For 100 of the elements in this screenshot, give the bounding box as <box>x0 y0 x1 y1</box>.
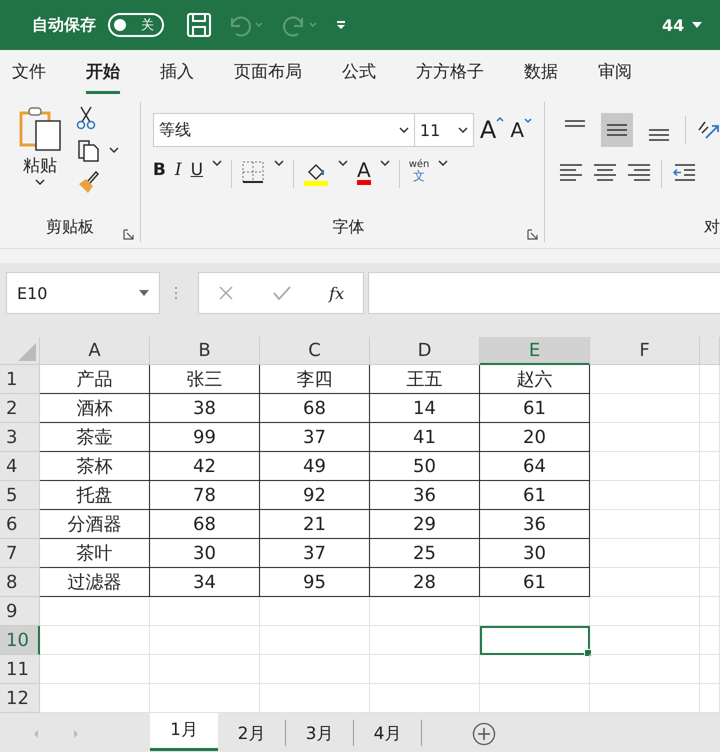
active-cell[interactable] <box>480 626 590 655</box>
row-header[interactable]: 10 <box>0 626 40 655</box>
align-lines-icon <box>564 119 586 129</box>
column-header[interactable]: B <box>150 337 260 365</box>
table-cell: 68 <box>260 394 370 423</box>
table-cell: 61 <box>480 568 590 597</box>
sheet-tab[interactable]: 2月 <box>218 720 286 746</box>
row-header[interactable]: 11 <box>0 655 40 684</box>
clipboard-icon <box>18 106 62 152</box>
ribbon-tab[interactable]: 方方格子 <box>416 52 484 94</box>
row-header[interactable]: 12 <box>0 684 40 713</box>
group-label: 字体 <box>332 216 364 238</box>
table-cell: 37 <box>260 423 370 452</box>
caret-icon[interactable] <box>692 22 702 28</box>
ribbon-tab[interactable]: 插入 <box>160 52 194 94</box>
table-cell: 34 <box>150 568 260 597</box>
ribbon-tab[interactable]: 数据 <box>524 52 558 94</box>
table-cell: 28 <box>370 568 480 597</box>
row-header[interactable]: 8 <box>0 568 40 597</box>
column-header[interactable]: E <box>480 337 590 365</box>
column-header[interactable]: F <box>590 337 700 365</box>
table-cell: 赵六 <box>480 365 590 394</box>
ribbon-tab[interactable]: 文件 <box>12 52 46 94</box>
table-cell: 68 <box>150 510 260 539</box>
group-label: 剪贴板 <box>46 216 94 238</box>
row-header[interactable]: 5 <box>0 481 40 510</box>
caret-icon[interactable] <box>438 160 448 166</box>
font-size-field[interactable]: 11 <box>414 113 474 147</box>
table-cell: 61 <box>480 481 590 510</box>
font-name-field[interactable]: 等线 <box>152 113 415 147</box>
table-cell: 茶壶 <box>40 423 150 452</box>
table-cell: 21 <box>260 510 370 539</box>
dialog-launcher-icon[interactable] <box>122 229 134 240</box>
table-cell: 36 <box>480 510 590 539</box>
table-cell: 49 <box>260 452 370 481</box>
row-header[interactable]: 9 <box>0 597 40 626</box>
table-cell: 张三 <box>150 365 260 394</box>
dialog-launcher-icon[interactable] <box>527 229 538 240</box>
row-header[interactable]: 2 <box>0 394 40 423</box>
shrink-font-button[interactable]: A <box>510 118 532 142</box>
add-sheet-icon[interactable] <box>472 722 496 746</box>
italic-button[interactable]: I <box>174 160 182 180</box>
formula-input[interactable] <box>368 272 720 314</box>
caret-icon[interactable] <box>274 160 284 166</box>
table-cell: 99 <box>150 423 260 452</box>
row-header[interactable]: 4 <box>0 452 40 481</box>
table-cell: 78 <box>150 481 260 510</box>
caret-icon <box>139 290 149 296</box>
caret-icon[interactable] <box>380 160 390 166</box>
table-cell: 20 <box>480 423 590 452</box>
table-cell: 14 <box>370 394 480 423</box>
sheet-tab[interactable]: 1月 <box>150 711 218 751</box>
table-cell: 64 <box>480 452 590 481</box>
document-title[interactable]: 44 <box>662 16 684 34</box>
ribbon-tab[interactable]: 页面布局 <box>234 52 302 94</box>
align-lines-icon <box>606 122 628 138</box>
font-color-button[interactable]: A <box>357 160 371 185</box>
row-header[interactable]: 6 <box>0 510 40 539</box>
name-box[interactable]: E10 <box>6 272 160 314</box>
ribbon-tab[interactable]: 审阅 <box>598 52 632 94</box>
up-caret-icon <box>496 116 504 122</box>
copy-icon[interactable] <box>76 138 120 162</box>
column-header[interactable]: A <box>40 337 150 365</box>
grow-font-button[interactable]: A <box>480 116 504 144</box>
table-cell: 29 <box>370 510 480 539</box>
table-cell: 37 <box>260 539 370 568</box>
paste-button[interactable]: 粘贴 <box>18 106 62 212</box>
caret-icon[interactable] <box>338 160 348 166</box>
table-cell: 50 <box>370 452 480 481</box>
borders-icon[interactable] <box>241 160 266 184</box>
table-cell: 95 <box>260 568 370 597</box>
scissors-icon[interactable] <box>76 106 96 130</box>
table-cell: 36 <box>370 481 480 510</box>
align-lines-icon <box>648 128 670 143</box>
table-cell: 61 <box>480 394 590 423</box>
sheet-tab[interactable]: 4月 <box>354 720 422 746</box>
table-cell: 李四 <box>260 365 370 394</box>
table-cell: 茶杯 <box>40 452 150 481</box>
table-cell: 托盘 <box>40 481 150 510</box>
row-header[interactable]: 3 <box>0 423 40 452</box>
insert-function-button[interactable]: fx <box>329 284 344 302</box>
column-header[interactable]: D <box>370 337 480 365</box>
column-header[interactable]: C <box>260 337 370 365</box>
caret-icon <box>458 127 468 133</box>
table-cell: 王五 <box>370 365 480 394</box>
grip-icon[interactable] <box>174 285 178 301</box>
phonetic-button[interactable]: wén 文 <box>408 160 430 182</box>
sheet-tab[interactable]: 3月 <box>286 720 354 746</box>
save-icon[interactable] <box>186 12 212 38</box>
table-cell: 30 <box>150 539 260 568</box>
bold-button[interactable]: B <box>152 160 166 180</box>
customize-icon[interactable] <box>334 18 348 32</box>
autosave-toggle[interactable]: 关 <box>108 13 164 37</box>
ribbon-tab[interactable]: 公式 <box>342 52 376 94</box>
caret-icon[interactable] <box>212 160 222 166</box>
align-button[interactable] <box>601 113 633 147</box>
underline-button[interactable]: U <box>190 160 204 180</box>
row-header[interactable]: 7 <box>0 539 40 568</box>
row-header[interactable]: 1 <box>0 365 40 394</box>
checkmark-icon[interactable] <box>272 285 292 301</box>
